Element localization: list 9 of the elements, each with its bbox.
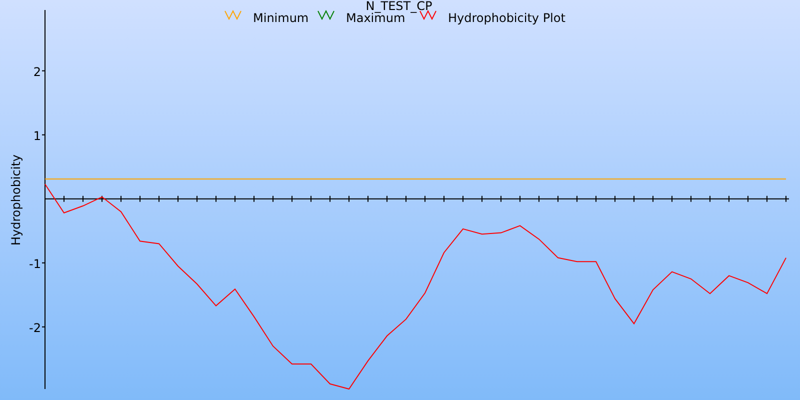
chart-title: N_TEST_CP <box>366 0 432 13</box>
y-tick-label: 1 <box>33 128 41 143</box>
y-tick-label: -1 <box>29 256 41 271</box>
legend-label: Maximum <box>346 11 406 25</box>
legend-label: Hydrophobicity Plot <box>448 11 566 25</box>
legend-label: Minimum <box>253 11 309 25</box>
y-axis-label: Hydrophobicity <box>9 154 23 246</box>
y-tick-label: 2 <box>33 64 41 79</box>
y-tick-label: -2 <box>29 320 41 335</box>
